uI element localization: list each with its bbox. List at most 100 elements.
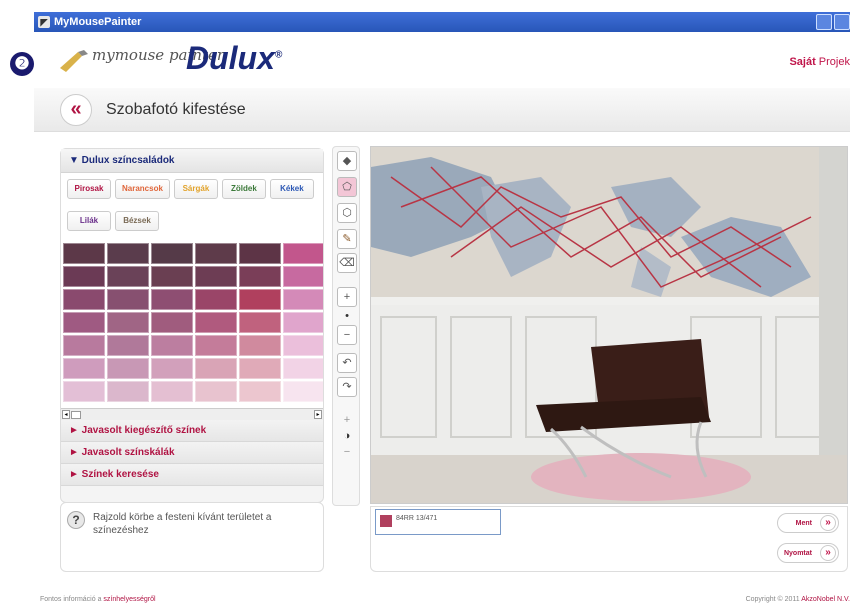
help-icon: ? <box>67 511 85 529</box>
color-family-button[interactable]: Sárgák <box>173 179 218 199</box>
contrast-plus-icon[interactable]: + <box>337 413 357 427</box>
footer: Fontos információ a színhelyességről Cop… <box>34 594 850 608</box>
horizontal-scrollbar[interactable]: ◂ ▸ <box>61 408 323 420</box>
color-swatch[interactable] <box>239 312 281 333</box>
scroll-thumb[interactable] <box>71 411 81 419</box>
scroll-left-icon[interactable]: ◂ <box>62 410 70 419</box>
akzonobel-link[interactable]: AkzoNobel N.V. <box>801 596 850 603</box>
save-button[interactable]: Ment » <box>777 513 839 533</box>
window-title: MyMousePainter <box>54 16 142 28</box>
room-photo <box>371 147 847 503</box>
color-swatch[interactable] <box>283 312 323 333</box>
redo-icon[interactable]: ↷ <box>337 377 357 397</box>
color-swatch[interactable] <box>63 312 105 333</box>
color-swatch[interactable] <box>107 381 149 402</box>
page-banner: « Szobafotó kifestése <box>34 88 850 132</box>
color-swatch[interactable] <box>63 381 105 402</box>
color-swatch[interactable] <box>151 289 193 310</box>
help-text: Rajzold körbe a festeni kívánt területet… <box>93 512 272 536</box>
color-swatch[interactable] <box>195 381 237 402</box>
color-swatch[interactable] <box>151 266 193 287</box>
color-swatch[interactable] <box>195 266 237 287</box>
color-family-button[interactable]: Kékek <box>269 179 314 199</box>
app-window: mymouse painter Dulux® Saját Projek « Sz… <box>34 32 850 608</box>
color-swatch[interactable] <box>283 266 323 287</box>
footer-note: Fontos információ a színhelyességről <box>40 596 156 603</box>
color-swatch[interactable] <box>239 358 281 379</box>
selection-bar: 84RR 13/471 Ment » Nyomtat » <box>370 506 848 572</box>
paintbrush-logo-icon <box>60 50 88 72</box>
maximize-button[interactable] <box>834 14 850 30</box>
current-color-box[interactable]: 84RR 13/471 <box>375 509 501 535</box>
zoom-in-icon[interactable]: + <box>337 287 357 307</box>
minimize-button[interactable] <box>816 14 832 30</box>
polygon-select-icon[interactable]: ⬠ <box>337 177 357 197</box>
color-swatch[interactable] <box>107 289 149 310</box>
eraser-icon[interactable]: ⌫ <box>337 253 357 273</box>
contrast-icon[interactable]: ◑ <box>337 429 357 443</box>
color-accuracy-link[interactable]: színhelyességről <box>103 596 155 603</box>
polygon-erase-icon[interactable]: ⬡ <box>337 203 357 223</box>
step-number-badge: ❷ <box>10 52 34 76</box>
section-color-schemes[interactable]: ► Javasolt színskálák <box>61 442 323 464</box>
section-color-search[interactable]: ► Színek keresése <box>61 464 323 486</box>
color-swatch[interactable] <box>63 243 105 264</box>
color-swatch[interactable] <box>195 312 237 333</box>
color-swatch[interactable] <box>107 358 149 379</box>
color-family-buttons: Pirosak Narancsok Sárgák Zöldek Kékek Lilák Bé… <box>61 173 323 241</box>
my-projects-link[interactable]: Saját Projek <box>789 56 850 68</box>
color-swatch[interactable] <box>151 312 193 333</box>
back-button[interactable]: « <box>60 94 92 126</box>
paint-bucket-icon[interactable]: ◆ <box>337 151 357 171</box>
scroll-right-icon[interactable]: ▸ <box>314 410 322 419</box>
color-swatch[interactable] <box>195 358 237 379</box>
color-swatch[interactable] <box>239 266 281 287</box>
color-swatch[interactable] <box>195 289 237 310</box>
app-icon: ◤ <box>38 16 50 28</box>
color-swatch[interactable] <box>195 243 237 264</box>
undo-icon[interactable]: ↶ <box>337 353 357 373</box>
color-swatch[interactable] <box>63 266 105 287</box>
color-family-button[interactable]: Narancsok <box>115 179 170 199</box>
section-complementary-colors[interactable]: ► Javasolt kiegészítő színek <box>61 420 323 442</box>
window-buttons <box>816 14 850 30</box>
color-swatch[interactable] <box>195 335 237 356</box>
color-swatch[interactable] <box>239 335 281 356</box>
print-button[interactable]: Nyomtat » <box>777 543 839 563</box>
color-swatch[interactable] <box>63 335 105 356</box>
color-swatch[interactable] <box>151 243 193 264</box>
color-swatch[interactable] <box>283 358 323 379</box>
color-swatch[interactable] <box>107 335 149 356</box>
color-swatch[interactable] <box>151 335 193 356</box>
color-swatch[interactable] <box>283 289 323 310</box>
print-arrow-icon: » <box>820 545 836 561</box>
room-photo-canvas[interactable] <box>370 146 848 504</box>
color-family-button[interactable]: Lilák <box>67 211 111 231</box>
zoom-out-icon[interactable]: − <box>337 325 357 345</box>
contrast-minus-icon[interactable]: − <box>337 445 357 459</box>
color-swatch[interactable] <box>107 243 149 264</box>
color-family-button[interactable]: Zöldek <box>221 179 266 199</box>
color-swatch[interactable] <box>283 381 323 402</box>
color-swatch[interactable] <box>239 381 281 402</box>
color-swatch[interactable] <box>283 243 323 264</box>
color-swatch[interactable] <box>151 358 193 379</box>
current-color-chip <box>380 515 392 527</box>
color-family-button[interactable]: Bézsek <box>115 211 159 231</box>
color-swatch[interactable] <box>63 358 105 379</box>
color-panel: ▼ Dulux színcsaládok Pirosak Narancsok Sár… <box>60 148 324 503</box>
color-swatch[interactable] <box>63 289 105 310</box>
color-swatch[interactable] <box>239 243 281 264</box>
paintbrush-icon[interactable]: ✎ <box>337 229 357 249</box>
color-family-button[interactable]: Pirosak <box>67 179 111 199</box>
zoom-level-dot: • <box>345 310 349 322</box>
color-swatch[interactable] <box>107 312 149 333</box>
color-swatch[interactable] <box>107 266 149 287</box>
color-swatch[interactable] <box>283 335 323 356</box>
copyright: Copyright © 2011 AkzoNobel N.V. <box>745 596 850 603</box>
color-swatch[interactable] <box>151 381 193 402</box>
page-title: Szobafotó kifestése <box>106 101 246 118</box>
current-color-code: 84RR 13/471 <box>396 515 438 522</box>
color-swatch[interactable] <box>239 289 281 310</box>
dulux-families-heading[interactable]: ▼ Dulux színcsaládok <box>61 149 323 173</box>
